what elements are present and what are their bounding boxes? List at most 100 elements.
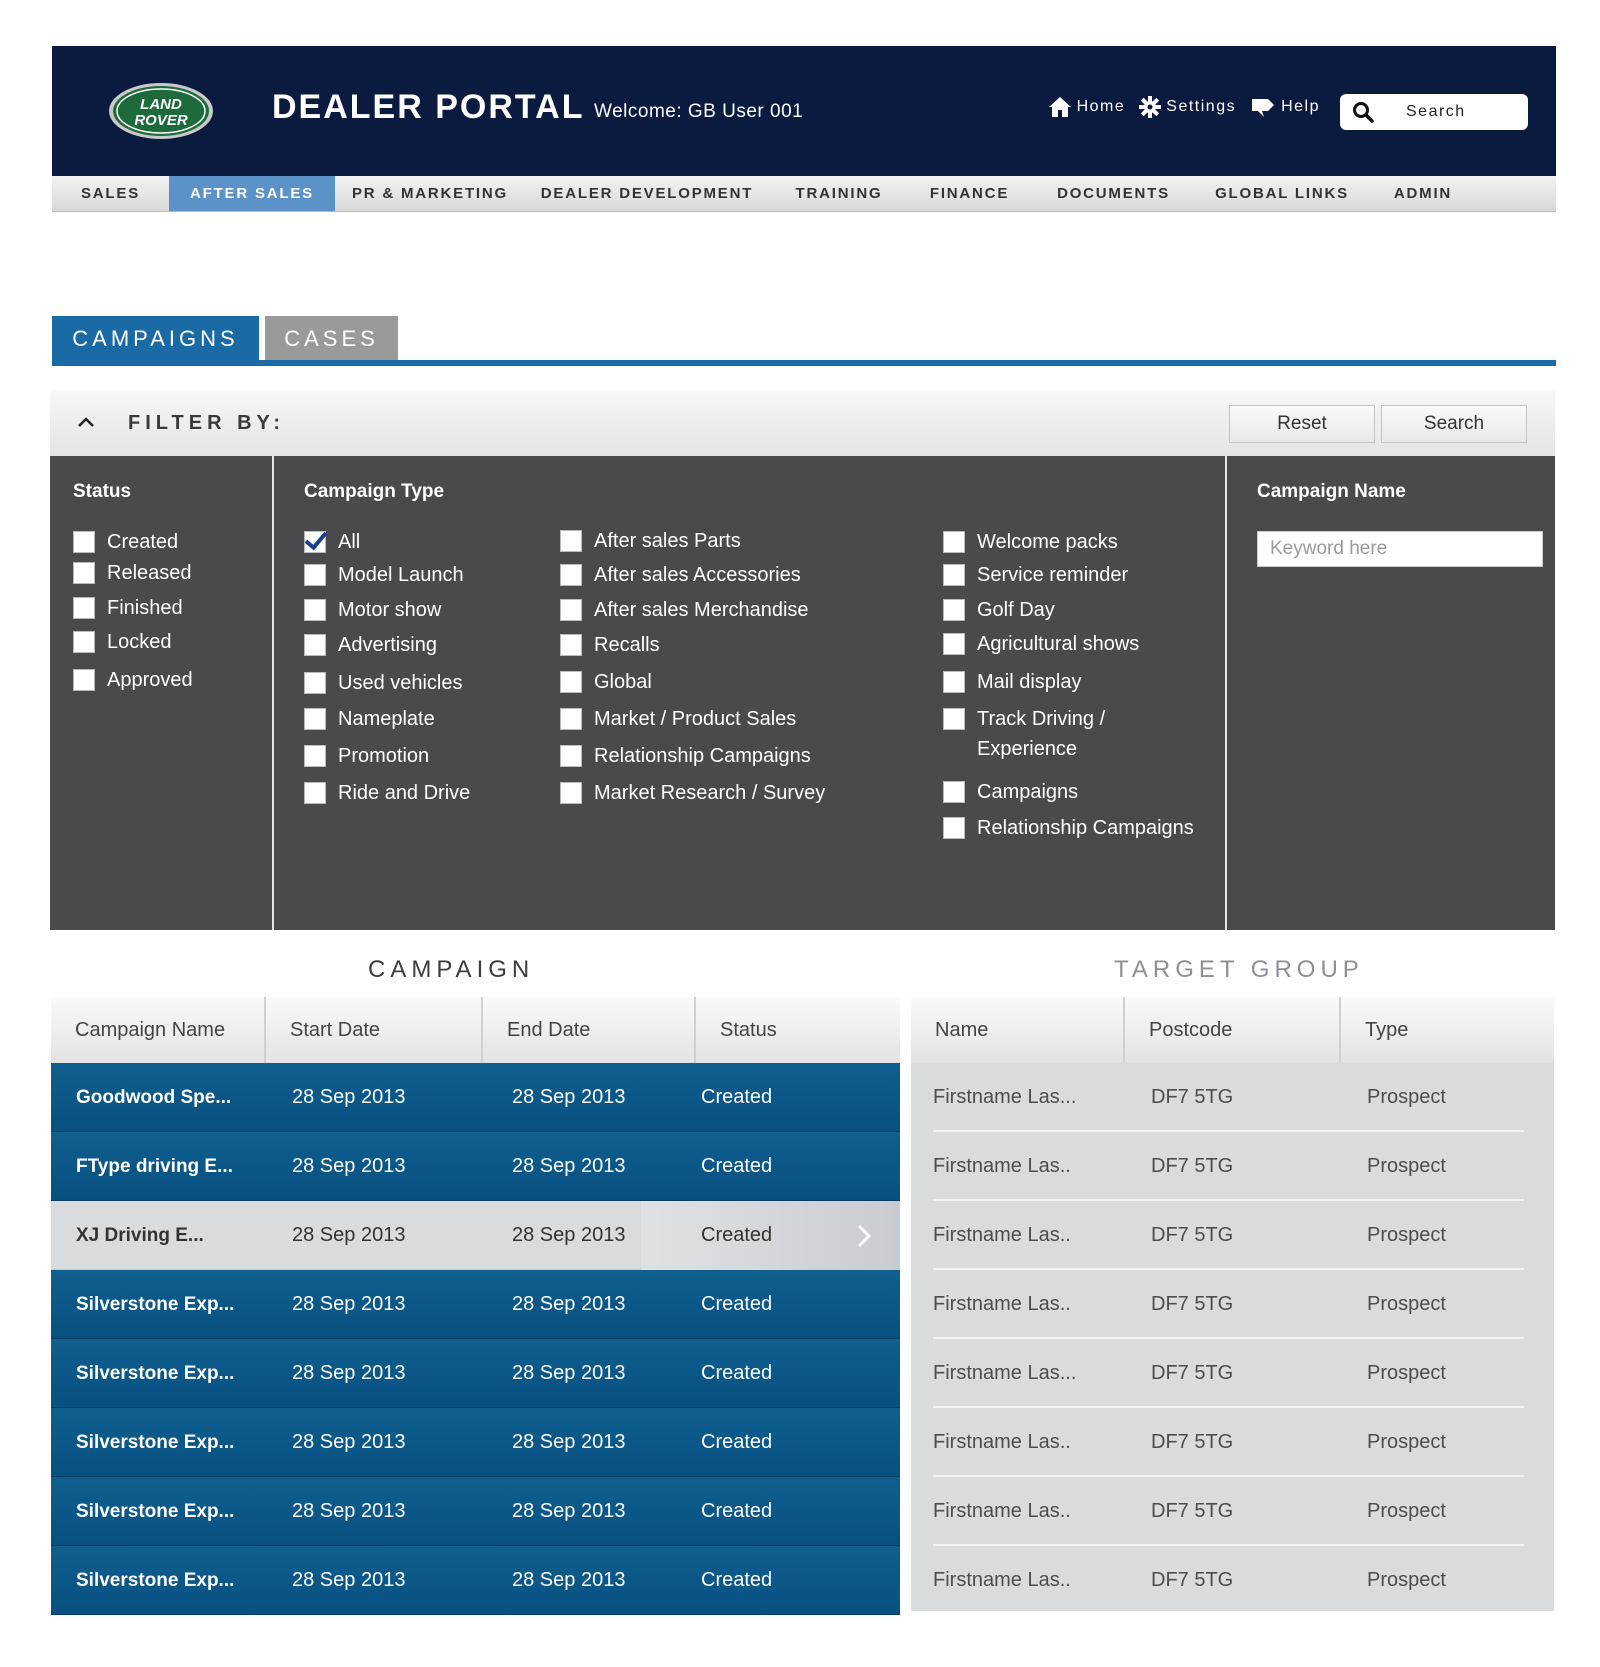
campaign-table-body: Goodwood Spe... 28 Sep 2013 28 Sep 2013 … xyxy=(51,1063,900,1615)
campaign-row[interactable]: Silverstone Exp... 28 Sep 2013 28 Sep 20… xyxy=(51,1270,900,1339)
chevron-up-icon[interactable] xyxy=(76,415,96,429)
campaign-row[interactable]: Silverstone Exp... 28 Sep 2013 28 Sep 20… xyxy=(51,1546,900,1615)
type-checkbox[interactable]: Motor show xyxy=(304,598,441,625)
campaign-row[interactable]: FType driving E... 28 Sep 2013 28 Sep 20… xyxy=(51,1132,900,1201)
home-link[interactable]: Home xyxy=(1048,96,1126,118)
checkbox-label: Released xyxy=(107,562,192,584)
type-cell: Prospect xyxy=(1367,1224,1446,1246)
header-search[interactable]: Search xyxy=(1340,94,1528,130)
target-row[interactable]: Firstname Las.. DF7 5TG Prospect xyxy=(933,1201,1524,1270)
checkbox-label: Locked xyxy=(107,631,172,653)
type-checkbox[interactable]: Nameplate xyxy=(304,707,435,734)
column-header-type[interactable]: Type xyxy=(1341,997,1554,1063)
type-checkbox[interactable]: Relationship Campaigns xyxy=(943,816,1194,843)
target-row[interactable]: Firstname Las... DF7 5TG Prospect xyxy=(933,1063,1524,1132)
top-links: Home Settings Help xyxy=(1048,96,1320,118)
type-checkbox[interactable]: Ride and Drive xyxy=(304,781,470,808)
type-checkbox[interactable]: Recalls xyxy=(560,633,660,660)
target-group-table-header: Name Postcode Type xyxy=(911,997,1554,1063)
status-cell: Created xyxy=(641,1270,900,1339)
nav-item-global-links[interactable]: GLOBAL LINKS xyxy=(1197,176,1367,211)
end-date-cell: 28 Sep 2013 xyxy=(512,1155,626,1177)
help-link[interactable]: Help xyxy=(1250,96,1320,118)
type-checkbox[interactable]: Welcome packs xyxy=(943,530,1118,557)
column-header-status[interactable]: Status xyxy=(696,997,900,1063)
target-row[interactable]: Firstname Las.. DF7 5TG Prospect xyxy=(933,1270,1524,1339)
column-header-campaign-name[interactable]: Campaign Name xyxy=(51,997,266,1063)
tab-cases[interactable]: CASES xyxy=(265,316,398,362)
target-name-cell: Firstname Las.. xyxy=(933,1569,1071,1591)
type-checkbox[interactable]: After sales Parts xyxy=(560,529,741,556)
type-checkbox[interactable]: Market / Product Sales xyxy=(560,707,796,734)
type-checkbox[interactable]: After sales Accessories xyxy=(560,563,801,590)
campaign-row[interactable]: Silverstone Exp... 28 Sep 2013 28 Sep 20… xyxy=(51,1477,900,1546)
postcode-cell: DF7 5TG xyxy=(1151,1224,1234,1246)
target-row[interactable]: Firstname Las... DF7 5TG Prospect xyxy=(933,1339,1524,1408)
column-header-end-date[interactable]: End Date xyxy=(483,997,696,1063)
nav-item-after-sales[interactable]: AFTER SALES xyxy=(169,176,335,211)
type-checkbox[interactable]: Advertising xyxy=(304,633,437,660)
checkbox-icon xyxy=(304,599,326,621)
filter-search-button[interactable]: Search xyxy=(1381,405,1527,443)
keyword-input[interactable] xyxy=(1257,531,1543,567)
status-checkbox-locked[interactable]: Locked xyxy=(73,630,172,657)
type-checkbox[interactable]: Campaigns xyxy=(943,780,1078,807)
checkbox-icon xyxy=(304,745,326,767)
nav-item-sales[interactable]: SALES xyxy=(52,176,169,211)
type-checkbox[interactable]: Relationship Campaigns xyxy=(560,744,811,771)
target-row[interactable]: Firstname Las.. DF7 5TG Prospect xyxy=(933,1132,1524,1201)
status-cell: Created xyxy=(641,1339,900,1408)
type-checkbox[interactable]: Model Launch xyxy=(304,563,464,590)
status-checkbox-approved[interactable]: Approved xyxy=(73,668,193,695)
target-row[interactable]: Firstname Las.. DF7 5TG Prospect xyxy=(933,1408,1524,1477)
type-checkbox[interactable]: Market Research / Survey xyxy=(560,781,825,808)
nav-item-training[interactable]: TRAINING xyxy=(769,176,909,211)
end-date-cell: 28 Sep 2013 xyxy=(512,1569,626,1591)
status-checkbox-released[interactable]: Released xyxy=(73,561,192,588)
target-row[interactable]: Firstname Las.. DF7 5TG Prospect xyxy=(933,1477,1524,1546)
land-rover-logo[interactable]: LAND ROVER xyxy=(108,82,214,140)
type-checkbox[interactable]: Promotion xyxy=(304,744,429,771)
tab-campaigns[interactable]: CAMPAIGNS xyxy=(52,316,259,362)
reset-button[interactable]: Reset xyxy=(1229,405,1375,443)
column-header-postcode[interactable]: Postcode xyxy=(1125,997,1341,1063)
welcome-message: Welcome: GB User 001 xyxy=(594,101,804,122)
column-header-name[interactable]: Name xyxy=(911,997,1125,1063)
type-checkbox-all[interactable]: All xyxy=(304,530,360,557)
nav-item-admin[interactable]: ADMIN xyxy=(1367,176,1479,211)
checkbox-icon xyxy=(560,708,582,730)
chevron-right-icon[interactable] xyxy=(856,1223,872,1249)
campaign-row[interactable]: Goodwood Spe... 28 Sep 2013 28 Sep 2013 … xyxy=(51,1063,900,1132)
type-cell: Prospect xyxy=(1367,1569,1446,1591)
status-text: Created xyxy=(701,1362,773,1384)
nav-item-finance[interactable]: FINANCE xyxy=(909,176,1030,211)
campaign-row[interactable]: Silverstone Exp... 28 Sep 2013 28 Sep 20… xyxy=(51,1339,900,1408)
tab-underline xyxy=(52,360,1556,366)
type-cell: Prospect xyxy=(1367,1086,1446,1108)
type-checkbox[interactable]: Track Driving / Experience xyxy=(943,707,1105,764)
type-checkbox[interactable]: Mail display xyxy=(943,670,1081,697)
start-date-cell: 28 Sep 2013 xyxy=(292,1155,406,1177)
type-checkbox[interactable]: Global xyxy=(560,670,652,697)
checkbox-icon xyxy=(943,599,965,621)
column-header-start-date[interactable]: Start Date xyxy=(266,997,483,1063)
status-checkbox-created[interactable]: Created xyxy=(73,530,178,557)
campaign-row[interactable]: Silverstone Exp... 28 Sep 2013 28 Sep 20… xyxy=(51,1408,900,1477)
settings-link[interactable]: Settings xyxy=(1139,96,1236,118)
type-cell: Prospect xyxy=(1367,1362,1446,1384)
nav-item-documents[interactable]: DOCUMENTS xyxy=(1030,176,1197,211)
checkbox-icon xyxy=(943,781,965,803)
nav-item-dealer-development[interactable]: DEALER DEVELOPMENT xyxy=(525,176,769,211)
type-checkbox[interactable]: Golf Day xyxy=(943,598,1055,625)
type-checkbox[interactable]: After sales Merchandise xyxy=(560,598,809,625)
type-checkbox[interactable]: Used vehicles xyxy=(304,671,463,698)
checkbox-icon xyxy=(560,599,582,621)
status-checkbox-finished[interactable]: Finished xyxy=(73,596,183,623)
type-checkbox[interactable]: Agricultural shows xyxy=(943,632,1139,659)
campaign-row-selected[interactable]: XJ Driving E... 28 Sep 2013 28 Sep 2013 … xyxy=(51,1201,900,1270)
nav-item-pr-marketing[interactable]: PR & MARKETING xyxy=(335,176,525,211)
checkbox-icon xyxy=(560,530,582,552)
type-checkbox[interactable]: Service reminder xyxy=(943,563,1128,590)
filter-bar: FILTER BY: Reset Search xyxy=(50,391,1555,456)
target-row[interactable]: Firstname Las.. DF7 5TG Prospect xyxy=(933,1546,1524,1615)
